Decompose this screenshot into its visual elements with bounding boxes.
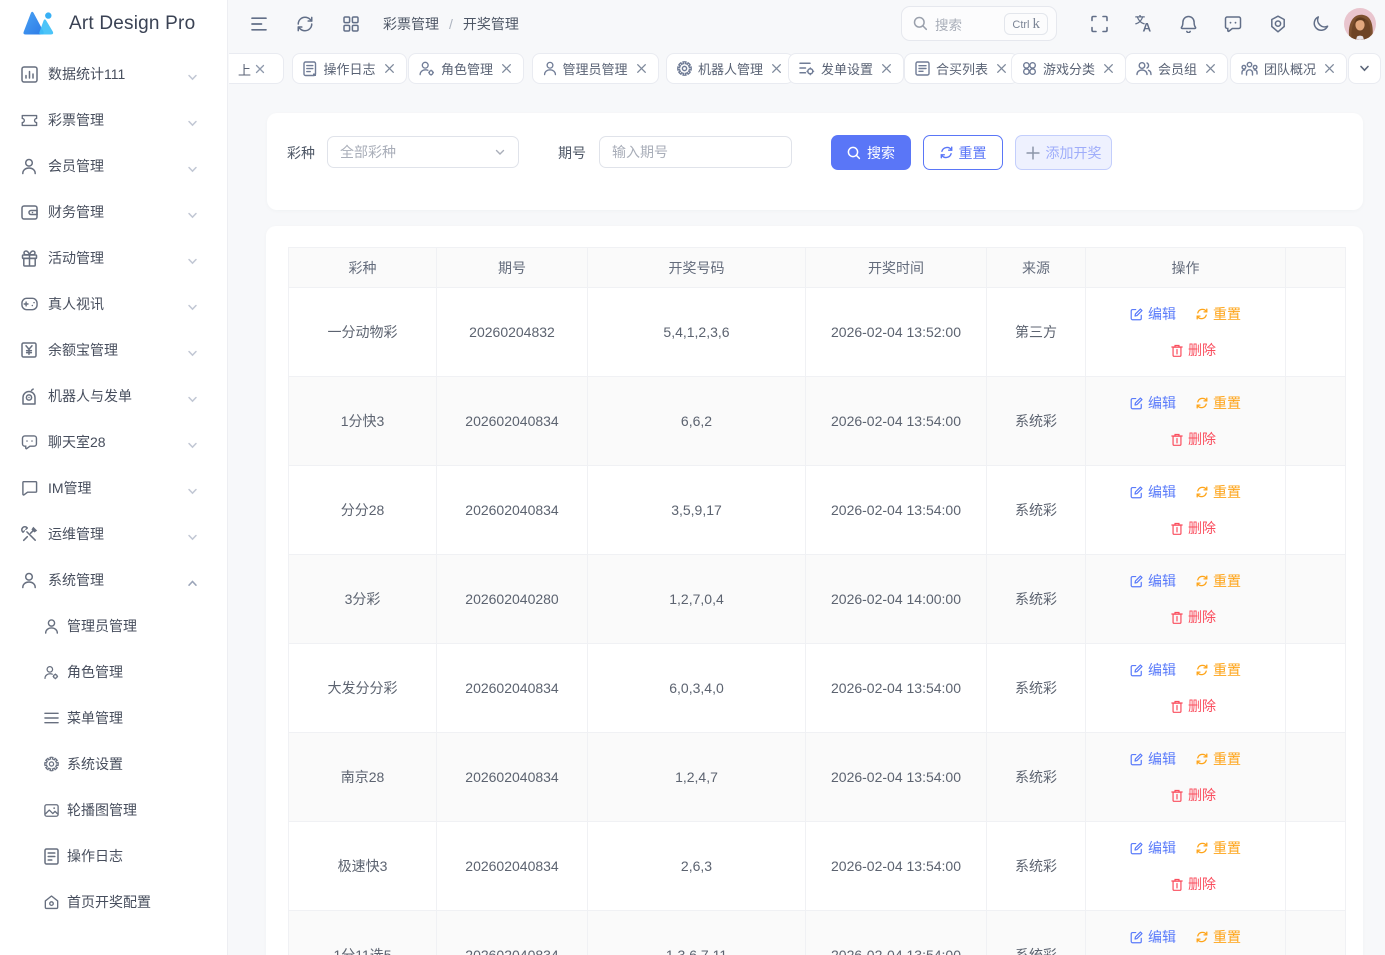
svg-text:A: A	[1143, 21, 1152, 34]
